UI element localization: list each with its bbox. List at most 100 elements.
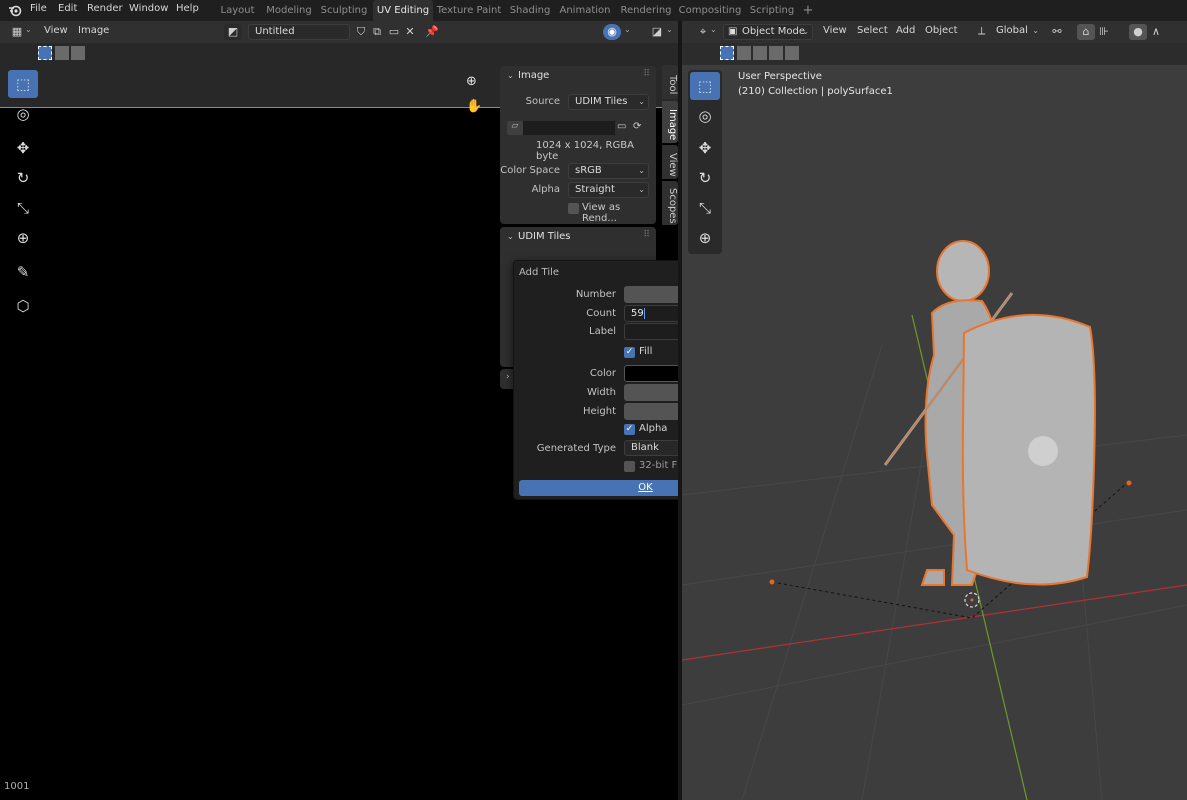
menu-help[interactable]: Help [176, 3, 199, 14]
snap-icon[interactable]: ⌂ [1077, 24, 1095, 40]
menu-render[interactable]: Render [87, 3, 123, 14]
viewport-menu-view[interactable]: View [823, 25, 847, 36]
transform-tool-icon[interactable]: ⊕ [690, 224, 720, 252]
move-tool-icon[interactable]: ✥ [690, 134, 720, 162]
3d-viewport[interactable]: ⌖ ⌄ ▣ Object Mode ⌄ View Select Add Object… [682, 21, 1187, 800]
menu-window[interactable]: Window [129, 3, 168, 14]
panel-collapse-icon[interactable]: ⌄ [507, 232, 514, 241]
select-mode-intersect-icon[interactable] [785, 46, 799, 60]
image-browse-icon[interactable]: ◩ [224, 24, 242, 40]
new-image-icon[interactable]: ⧉ [368, 24, 386, 40]
select-mode-subtract-icon[interactable] [753, 46, 767, 60]
scale-tool-icon[interactable]: ⤡ [8, 194, 38, 222]
select-mode-difference-icon[interactable] [769, 46, 783, 60]
number-label: Number [575, 289, 616, 300]
area-divider[interactable] [678, 21, 682, 800]
select-box-tool-icon[interactable]: ⬚ [690, 72, 720, 100]
move-tool-icon[interactable]: ✥ [8, 134, 38, 162]
tab-uv-editing[interactable]: UV Editing [373, 0, 433, 21]
snap-target-icon[interactable]: ⊪ [1095, 24, 1113, 40]
chevron-down-icon[interactable]: ⌄ [710, 25, 717, 34]
orientation-dropdown[interactable]: Global ⌄ [990, 24, 1042, 40]
tab-animation[interactable]: Animation [558, 0, 612, 21]
tab-texture-paint[interactable]: Texture Paint [436, 0, 502, 21]
chevron-down-icon: ⌄ [638, 97, 645, 106]
mode-dropdown[interactable]: ▣ Object Mode ⌄ [723, 24, 813, 40]
tab-compositing[interactable]: Compositing [678, 0, 742, 21]
image-browse-icon[interactable]: ▱ [507, 121, 523, 135]
scale-tool-icon[interactable]: ⤡ [690, 194, 720, 222]
cursor-tool-icon[interactable]: ◎ [690, 102, 720, 130]
side-tab-view[interactable]: View [662, 145, 678, 179]
tab-rendering[interactable]: Rendering [618, 0, 674, 21]
character-model[interactable] [883, 240, 1096, 608]
drag-handle-icon[interactable]: ⠿ [643, 230, 650, 240]
fill-checkbox[interactable]: ✓ [624, 347, 635, 358]
display-channels-icon[interactable]: ◪ [648, 24, 666, 40]
tab-shading[interactable]: Shading [506, 0, 554, 21]
udim-tile-label: 1001 [4, 781, 30, 792]
view-name-label: User Perspective [738, 71, 822, 82]
transform-tool-icon[interactable]: ⊕ [8, 224, 38, 252]
object-mode-icon: ▣ [728, 26, 738, 37]
alpha-checkbox[interactable]: ✓ [624, 424, 635, 435]
select-mode-extend-icon[interactable] [737, 46, 751, 60]
rotate-tool-icon[interactable]: ↻ [8, 164, 38, 192]
reload-icon[interactable]: ⟳ [633, 121, 647, 135]
blender-logo-icon[interactable] [8, 3, 22, 17]
tab-modeling[interactable]: Modeling [262, 0, 316, 21]
source-value: UDIM Tiles [575, 96, 628, 107]
select-mode-extend-icon[interactable] [55, 46, 69, 60]
uv-menu-image[interactable]: Image [78, 25, 109, 36]
add-workspace-button[interactable]: + [800, 0, 816, 21]
side-tab-image[interactable]: Image [662, 101, 678, 143]
editor-type-icon[interactable]: ▦ [8, 24, 26, 40]
filepath-field[interactable] [523, 121, 615, 135]
viewport-menu-object[interactable]: Object [925, 25, 958, 36]
menu-edit[interactable]: Edit [58, 3, 77, 14]
close-icon[interactable]: ✕ [401, 24, 419, 40]
falloff-icon[interactable]: ∧ [1147, 24, 1165, 40]
viewport-tool-header [682, 43, 1187, 65]
tab-layout[interactable]: Layout [215, 0, 260, 21]
proportional-edit-icon[interactable]: ● [1129, 24, 1147, 40]
pin-icon[interactable]: 📌 [423, 24, 441, 40]
color-space-dropdown[interactable]: sRGB ⌄ [568, 163, 649, 179]
udim-panel-title: UDIM Tiles [518, 231, 571, 242]
select-mode-set-icon[interactable] [720, 46, 734, 60]
viewport-menu-select[interactable]: Select [857, 25, 888, 36]
zoom-icon[interactable]: ⊕ [466, 74, 484, 92]
tab-sculpting[interactable]: Sculpting [318, 0, 370, 21]
chevron-down-icon[interactable]: ⌄ [25, 25, 32, 34]
float-checkbox[interactable] [624, 461, 635, 472]
alpha-dropdown[interactable]: Straight ⌄ [568, 182, 649, 198]
panel-collapse-icon[interactable]: ⌄ [507, 71, 514, 80]
shield-boss [1028, 436, 1058, 466]
rotate-tool-icon[interactable]: ↻ [690, 164, 720, 192]
side-tab-scopes[interactable]: Scopes [662, 181, 678, 225]
side-tab-tool[interactable]: Tool [662, 65, 678, 99]
pivot-point-icon[interactable]: ⚯ [1048, 24, 1066, 40]
overlay-toggle-icon[interactable]: ◉ [603, 24, 621, 40]
alpha-checkbox-label: Alpha [639, 423, 668, 434]
chevron-down-icon[interactable]: ⌄ [624, 25, 631, 34]
image-name-field[interactable]: Untitled [248, 24, 350, 40]
view-as-render-checkbox[interactable] [568, 203, 579, 214]
folder-icon[interactable]: ▭ [617, 121, 631, 135]
menu-file[interactable]: File [30, 3, 47, 14]
uv-menu-view[interactable]: View [44, 25, 68, 36]
source-dropdown[interactable]: UDIM Tiles ⌄ [568, 94, 649, 110]
drag-handle-icon[interactable]: ⠿ [643, 69, 650, 79]
select-mode-set-icon[interactable] [38, 46, 52, 60]
chevron-down-icon[interactable]: ⌄ [666, 25, 673, 34]
generated-type-value: Blank [631, 442, 659, 453]
select-box-tool-icon[interactable]: ⬚ [8, 70, 38, 98]
viewport-menu-add[interactable]: Add [896, 25, 915, 36]
grab-uv-tool-icon[interactable]: ⬡ [8, 292, 38, 320]
tab-scripting[interactable]: Scripting [746, 0, 798, 21]
viewport-scene [682, 240, 1187, 800]
pan-hand-icon[interactable]: ✋ [466, 99, 484, 117]
annotate-tool-icon[interactable]: ✎ [8, 258, 38, 286]
select-mode-subtract-icon[interactable] [71, 46, 85, 60]
cursor-tool-icon[interactable]: ◎ [8, 100, 38, 128]
